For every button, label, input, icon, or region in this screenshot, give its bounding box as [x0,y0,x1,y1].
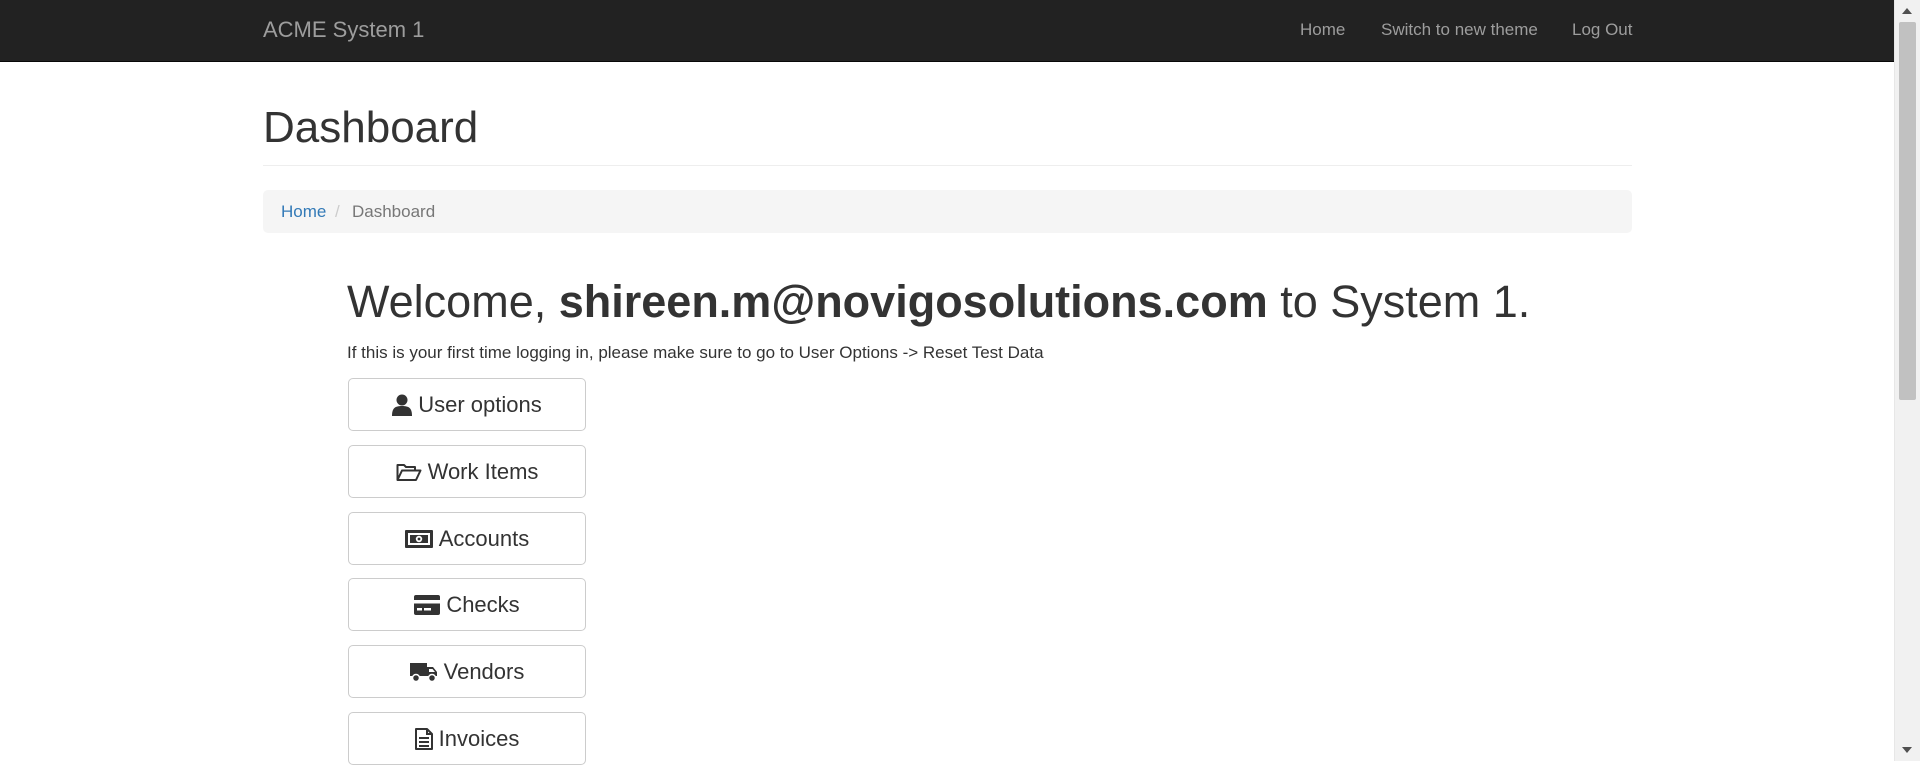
scroll-down-arrow-icon[interactable] [1902,747,1912,753]
vendors-button[interactable]: Vendors [348,645,586,698]
nav-logout-link[interactable]: Log Out [1572,20,1633,40]
breadcrumb-current: Dashboard [352,202,436,221]
file-text-icon [414,727,433,750]
accounts-button[interactable]: Accounts [348,512,586,565]
truck-icon [409,661,438,683]
top-navbar: ACME System 1 Home Switch to new theme L… [0,0,1895,62]
scroll-up-arrow-icon[interactable] [1902,8,1912,14]
breadcrumb-home-link[interactable]: Home [281,202,326,222]
breadcrumb: Home / Dashboard [263,190,1632,233]
breadcrumb-separator: / [335,202,340,221]
accounts-label: Accounts [438,525,530,551]
welcome-user-email: shireen.m@novigosolutions.com [558,276,1268,327]
user-icon [392,394,413,416]
invoices-button[interactable]: Invoices [348,712,586,765]
welcome-suffix: to System 1. [1267,276,1531,327]
checks-button[interactable]: Checks [348,578,586,631]
welcome-heading: Welcome, shireen.m@novigosolutions.com t… [347,277,1530,327]
folder-open-icon [396,462,422,482]
title-divider [263,165,1632,166]
user-options-label: User options [418,391,542,417]
vertical-scrollbar[interactable] [1894,0,1920,761]
credit-card-icon [414,594,441,615]
scrollbar-thumb[interactable] [1899,22,1916,400]
page-title: Dashboard [263,103,479,152]
money-icon [404,529,433,548]
nav-home-link[interactable]: Home [1300,20,1345,40]
work-items-button[interactable]: Work Items [348,445,586,498]
vendors-label: Vendors [443,658,525,684]
user-options-button[interactable]: User options [348,378,586,431]
first-login-hint: If this is your first time logging in, p… [347,343,1044,362]
welcome-prefix: Welcome, [347,276,559,327]
nav-switch-theme-link[interactable]: Switch to new theme [1381,20,1538,40]
brand-link[interactable]: ACME System 1 [263,17,424,43]
checks-label: Checks [446,591,520,617]
work-items-label: Work Items [427,458,539,484]
invoices-label: Invoices [438,725,520,751]
